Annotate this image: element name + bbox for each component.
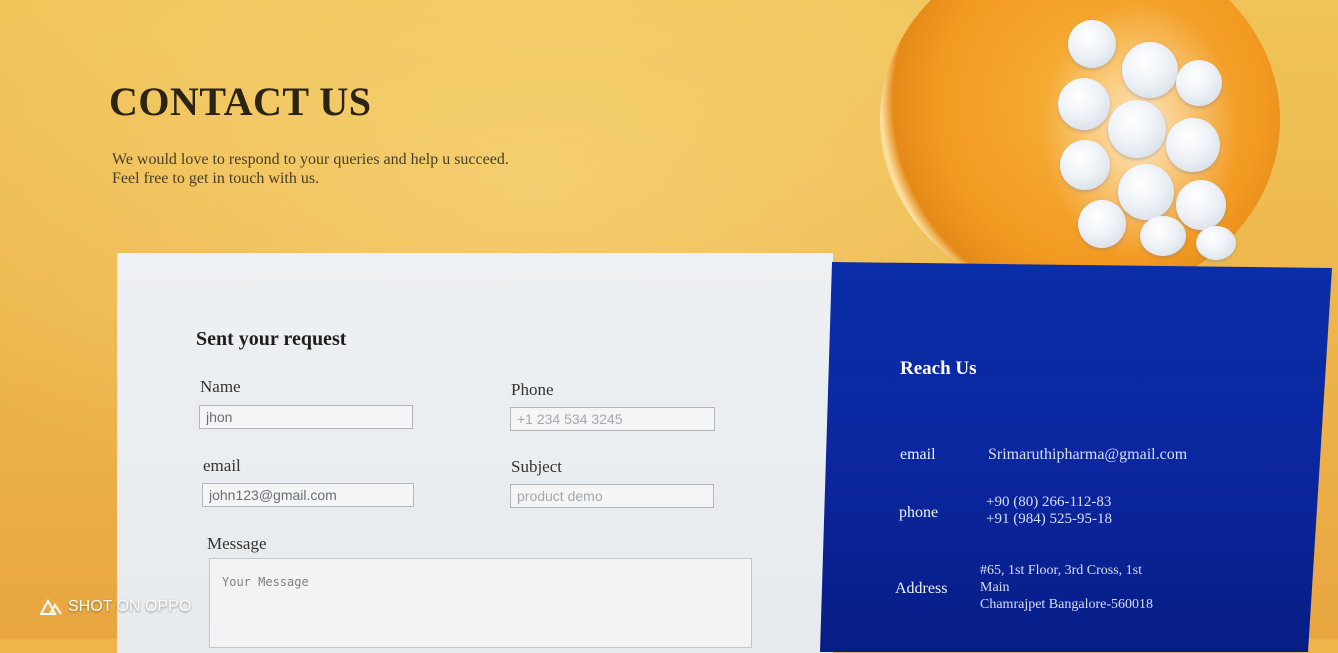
page-subtitle: We would love to respond to your queries… (112, 150, 509, 188)
phone-input[interactable] (510, 407, 715, 431)
subject-input[interactable] (510, 484, 714, 508)
subtitle-line: Feel free to get in touch with us. (112, 170, 320, 187)
subtitle-line: We would love to respond to your queries… (112, 151, 509, 168)
address-line: #65, 1st Floor, 3rd Cross, 1st (980, 563, 1143, 578)
pill-image (1058, 78, 1110, 130)
phone-number[interactable]: +91 (984) 525-95-18 (986, 511, 1112, 528)
reach-us-title: Reach Us (900, 358, 977, 379)
pill-image (1140, 216, 1186, 256)
camera-watermark: SHOT ON OPPO (40, 598, 191, 616)
pill-image (1068, 20, 1116, 68)
phone-label: Phone (511, 380, 554, 399)
pill-image (1166, 118, 1220, 172)
subject-label: Subject (511, 457, 562, 476)
email-label: email (203, 456, 241, 475)
reach-email-value[interactable]: Srimaruthipharma@gmail.com (988, 446, 1187, 463)
message-textarea[interactable] (209, 558, 752, 648)
pill-image (1078, 200, 1126, 248)
address-line: Main (980, 580, 1010, 595)
pill-image (1118, 164, 1174, 220)
reach-phone-label: phone (899, 504, 939, 521)
phone-number[interactable]: +90 (80) 266-112-83 (986, 494, 1112, 511)
reach-phone-value: +90 (80) 266-112-83 +91 (984) 525-95-18 (986, 494, 1112, 528)
oppo-logo-icon (40, 599, 62, 615)
message-label: Message (207, 534, 267, 553)
name-input[interactable] (199, 405, 413, 429)
page-title: CONTACT US (109, 79, 372, 124)
reach-email-label: email (900, 446, 936, 463)
pill-image (1196, 226, 1236, 260)
address-line: Chamrajpet Bangalore-560018 (980, 597, 1154, 612)
email-input[interactable] (202, 483, 414, 507)
watermark-text: SHOT ON OPPO (68, 598, 192, 615)
pill-image (1108, 100, 1166, 158)
name-label: Name (200, 377, 241, 396)
pill-image (1176, 60, 1222, 106)
pill-image (1176, 180, 1226, 230)
reach-address-label: Address (895, 580, 948, 597)
form-title: Sent your request (196, 328, 347, 350)
reach-address-value: #65, 1st Floor, 3rd Cross, 1st Main Cham… (980, 562, 1153, 613)
pill-image (1060, 140, 1110, 190)
pill-image (1122, 42, 1178, 98)
